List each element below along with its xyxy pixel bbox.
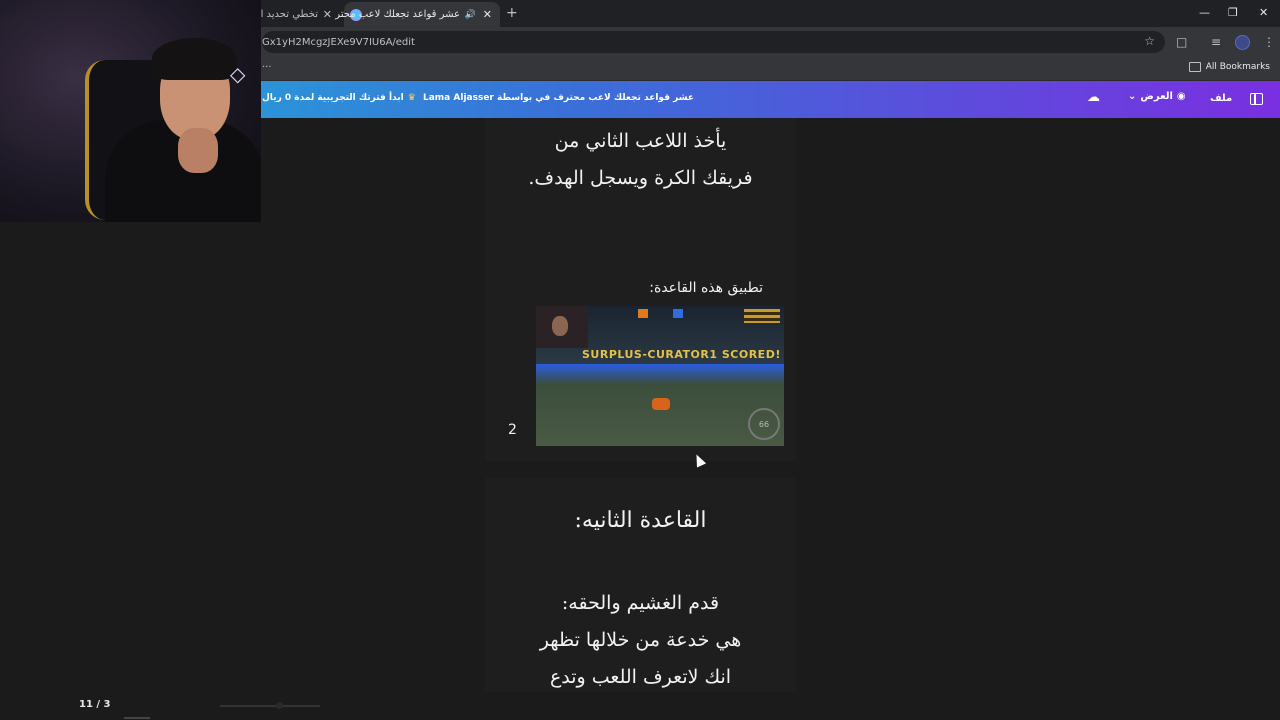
- all-bookmarks-button[interactable]: All Bookmarks: [1188, 62, 1270, 72]
- goal-scored-text: SURPLUS-CURATOR1 SCORED!: [582, 348, 781, 361]
- tab-active-document[interactable]: عشر قواعد تجعلك لاعب محتر 🔊 ✕: [335, 2, 500, 27]
- folder-icon: [1188, 62, 1201, 72]
- sidebar-toggle-icon[interactable]: [1250, 93, 1263, 105]
- orange-score-icon: [638, 309, 648, 318]
- address-bar[interactable]: Gx1yH2McgzJEXe9V7IU6A/edit ☆: [262, 31, 1165, 53]
- slide-2-title: القاعدة الثانيه:: [574, 508, 707, 533]
- car-icon: [652, 398, 670, 410]
- zoom-slider[interactable]: [220, 705, 320, 707]
- restore-icon[interactable]: ❐: [1228, 6, 1238, 19]
- tab-skip-password[interactable]: تخطي تحديد السر ✕: [243, 2, 342, 27]
- slide-1[interactable]: يأخذ اللاعب الثاني من فريقك الكرة ويسجل …: [485, 118, 796, 461]
- media-icon[interactable]: ≡: [1211, 35, 1221, 49]
- slide-text-line: قدم الغشيم والحقه:: [561, 592, 720, 614]
- view-label: العرض: [1140, 91, 1173, 102]
- document-title[interactable]: عشر قواعد تجعلك لاعب محترف في بواسطة Lam…: [423, 93, 694, 103]
- zoom-slider-handle[interactable]: [276, 702, 283, 709]
- blue-score-icon: [673, 309, 683, 318]
- rule-application-caption: تطبيق هذه القاعدة:: [649, 280, 763, 296]
- bottom-indicator: [124, 717, 150, 719]
- close-window-icon[interactable]: ✕: [1259, 6, 1268, 19]
- url-text: Gx1yH2McgzJEXe9V7IU6A/edit: [262, 36, 415, 48]
- person-hair: [152, 38, 237, 80]
- slide-text-line: فريقك الكرة ويسجل الهدف.: [528, 167, 753, 189]
- new-tab-button[interactable]: +: [506, 5, 518, 21]
- view-button[interactable]: ⌄ العرض ◉: [1128, 91, 1186, 102]
- profile-avatar[interactable]: [1235, 35, 1250, 50]
- close-icon[interactable]: ✕: [323, 8, 332, 21]
- speaker-icon[interactable]: 🔊: [465, 10, 476, 20]
- crown-icon: ♛: [407, 93, 416, 103]
- slide-2[interactable]: القاعدة الثانيه: قدم الغشيم والحقه: هي خ…: [485, 478, 796, 692]
- all-bookmarks-label: All Bookmarks: [1205, 62, 1270, 72]
- boost-meter: 66: [748, 408, 780, 440]
- minimize-icon[interactable]: —: [1199, 6, 1210, 19]
- slide-2-body: قدم الغشيم والحقه: هي خدعة من خلالها تظه…: [485, 585, 796, 696]
- slide-number: 2: [508, 422, 517, 438]
- slide-1-text: يأخذ اللاعب الثاني من فريقك الكرة ويسجل …: [485, 123, 796, 197]
- scoreboard: [744, 309, 780, 323]
- slide-text-line: انك لاتعرف اللعب وتدع: [549, 666, 732, 688]
- slide-text-line: يأخذ اللاعب الثاني من: [554, 130, 727, 152]
- page-counter: 11 / 3: [79, 699, 111, 710]
- game-video-thumbnail[interactable]: SURPLUS-CURATOR1 SCORED! 66: [536, 306, 784, 446]
- file-menu-button[interactable]: ملف: [1210, 93, 1232, 104]
- trial-banner[interactable]: ♛ابدأ فترتك التجريبية لمدة 0 ريال: [262, 93, 416, 103]
- webcam-overlay: ◇: [0, 0, 261, 222]
- game-facecam: [536, 306, 588, 348]
- headset-light-icon: ◇: [230, 62, 246, 86]
- star-icon[interactable]: ☆: [1144, 34, 1155, 48]
- bookmarks-overflow[interactable]: ...: [262, 59, 272, 70]
- eye-icon: ◉: [1176, 91, 1186, 102]
- extensions-icon[interactable]: □: [1176, 35, 1187, 49]
- trial-text: ابدأ فترتك التجريبية لمدة 0 ريال: [262, 93, 404, 103]
- tab-title: عشر قواعد تجعلك لاعب محتر: [335, 9, 460, 20]
- slide-text-line: هي خدعة من خلالها تظهر: [539, 629, 742, 651]
- menu-icon[interactable]: ⋮: [1263, 35, 1275, 49]
- cloud-icon[interactable]: ☁: [1087, 90, 1100, 105]
- person-hand: [178, 128, 218, 173]
- chevron-down-icon: ⌄: [1128, 91, 1137, 102]
- close-icon[interactable]: ✕: [483, 8, 492, 21]
